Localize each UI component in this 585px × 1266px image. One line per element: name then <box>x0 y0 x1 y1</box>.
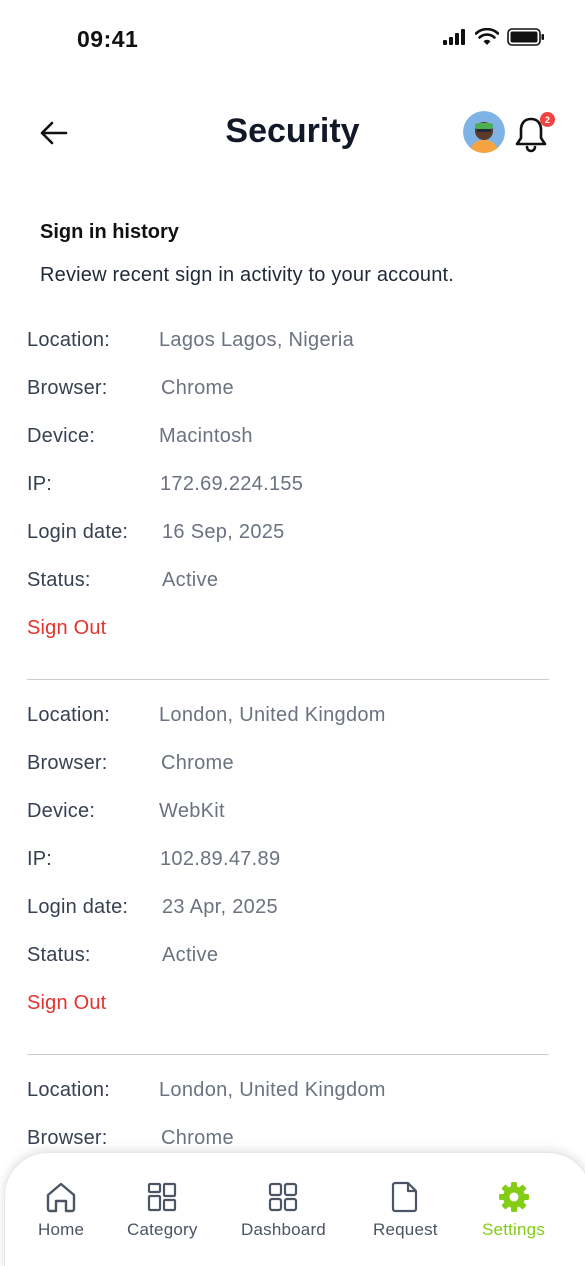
sign-out-button[interactable]: Sign Out <box>27 992 106 1015</box>
device-value: WebKit <box>159 800 225 822</box>
ip-row: IP: 102.89.47.89 <box>27 841 549 889</box>
device-row: Device: WebKit <box>27 793 549 841</box>
avatar[interactable] <box>463 111 505 153</box>
cellular-signal-icon <box>443 29 465 45</box>
nav-label-dashboard: Dashboard <box>241 1220 326 1239</box>
nav-item-dashboard[interactable]: Dashboard <box>241 1179 326 1240</box>
status-icons <box>443 28 545 46</box>
nav-item-settings[interactable]: Settings <box>482 1179 545 1240</box>
browser-row: Browser: Chrome <box>27 370 549 418</box>
browser-row: Browser: Chrome <box>27 745 549 793</box>
location-row: Location: London, United Kingdom <box>27 697 549 745</box>
nav-label-category: Category <box>127 1220 198 1239</box>
nav-label-home: Home <box>38 1220 85 1239</box>
ip-row: IP: 172.69.224.155 <box>27 466 549 514</box>
sign-out-button[interactable]: Sign Out <box>27 617 106 640</box>
status-row: Status: Active <box>27 562 549 610</box>
location-row: Location: Lagos Lagos, Nigeria <box>27 322 549 370</box>
ip-value: 102.89.47.89 <box>160 848 281 870</box>
browser-label: Browser: <box>27 377 108 399</box>
nav-item-home[interactable]: Home <box>38 1179 84 1240</box>
location-label: Location: <box>27 1079 110 1101</box>
sign-in-history-list: Location: Lagos Lagos, Nigeria Browser: … <box>27 322 549 1168</box>
section-heading: Sign in history <box>40 221 179 243</box>
notification-badge: 2 <box>540 112 555 127</box>
device-label: Device: <box>27 425 96 447</box>
nav-label-settings: Settings <box>482 1220 546 1239</box>
gear-icon <box>496 1179 532 1215</box>
browser-label: Browser: <box>27 752 108 774</box>
ip-label: IP: <box>27 848 53 870</box>
browser-value: Chrome <box>161 1127 234 1149</box>
device-label: Device: <box>27 800 96 822</box>
sign-out-row: Sign Out <box>27 610 549 659</box>
status-bar: 09:41 <box>0 0 585 80</box>
browser-value: Chrome <box>161 377 234 399</box>
login-date-row: Login date: 16 Sep, 2025 <box>27 514 549 562</box>
location-value: London, United Kingdom <box>159 1079 386 1101</box>
location-row: Location: London, United Kingdom <box>27 1072 549 1120</box>
dashboard-icon <box>265 1179 301 1215</box>
ip-label: IP: <box>27 473 53 495</box>
ip-value: 172.69.224.155 <box>160 473 304 495</box>
header: Security <box>0 100 585 166</box>
location-value: London, United Kingdom <box>159 704 386 726</box>
session-card: Location: Lagos Lagos, Nigeria Browser: … <box>27 322 549 680</box>
bottom-nav: Home Category Dashboard Request Settings <box>4 1152 585 1266</box>
nav-item-request[interactable]: Request <box>373 1179 438 1240</box>
location-label: Location: <box>27 704 110 726</box>
sign-out-row: Sign Out <box>27 985 549 1034</box>
location-label: Location: <box>27 329 110 351</box>
status-time: 09:41 <box>77 26 139 52</box>
browser-label: Browser: <box>27 1127 108 1149</box>
login-date-value: 16 Sep, 2025 <box>162 521 285 543</box>
session-card: Location: London, United Kingdom Browser… <box>27 697 549 1055</box>
status-label: Status: <box>27 944 91 966</box>
wifi-icon <box>475 28 499 45</box>
document-icon <box>387 1179 423 1215</box>
status-value: Active <box>162 569 219 591</box>
login-date-value: 23 Apr, 2025 <box>162 896 278 918</box>
home-icon <box>43 1179 79 1215</box>
nav-item-category[interactable]: Category <box>127 1179 198 1240</box>
browser-value: Chrome <box>161 752 234 774</box>
section-description: Review recent sign in activity to your a… <box>40 264 455 286</box>
nav-label-request: Request <box>373 1220 438 1239</box>
login-date-label: Login date: <box>27 521 129 543</box>
status-value: Active <box>162 944 219 966</box>
location-value: Lagos Lagos, Nigeria <box>159 329 355 351</box>
status-label: Status: <box>27 569 91 591</box>
device-row: Device: Macintosh <box>27 418 549 466</box>
status-row: Status: Active <box>27 937 549 985</box>
device-value: Macintosh <box>159 425 253 447</box>
battery-icon <box>507 28 544 46</box>
category-icon <box>144 1179 180 1215</box>
login-date-label: Login date: <box>27 896 129 918</box>
login-date-row: Login date: 23 Apr, 2025 <box>27 889 549 937</box>
